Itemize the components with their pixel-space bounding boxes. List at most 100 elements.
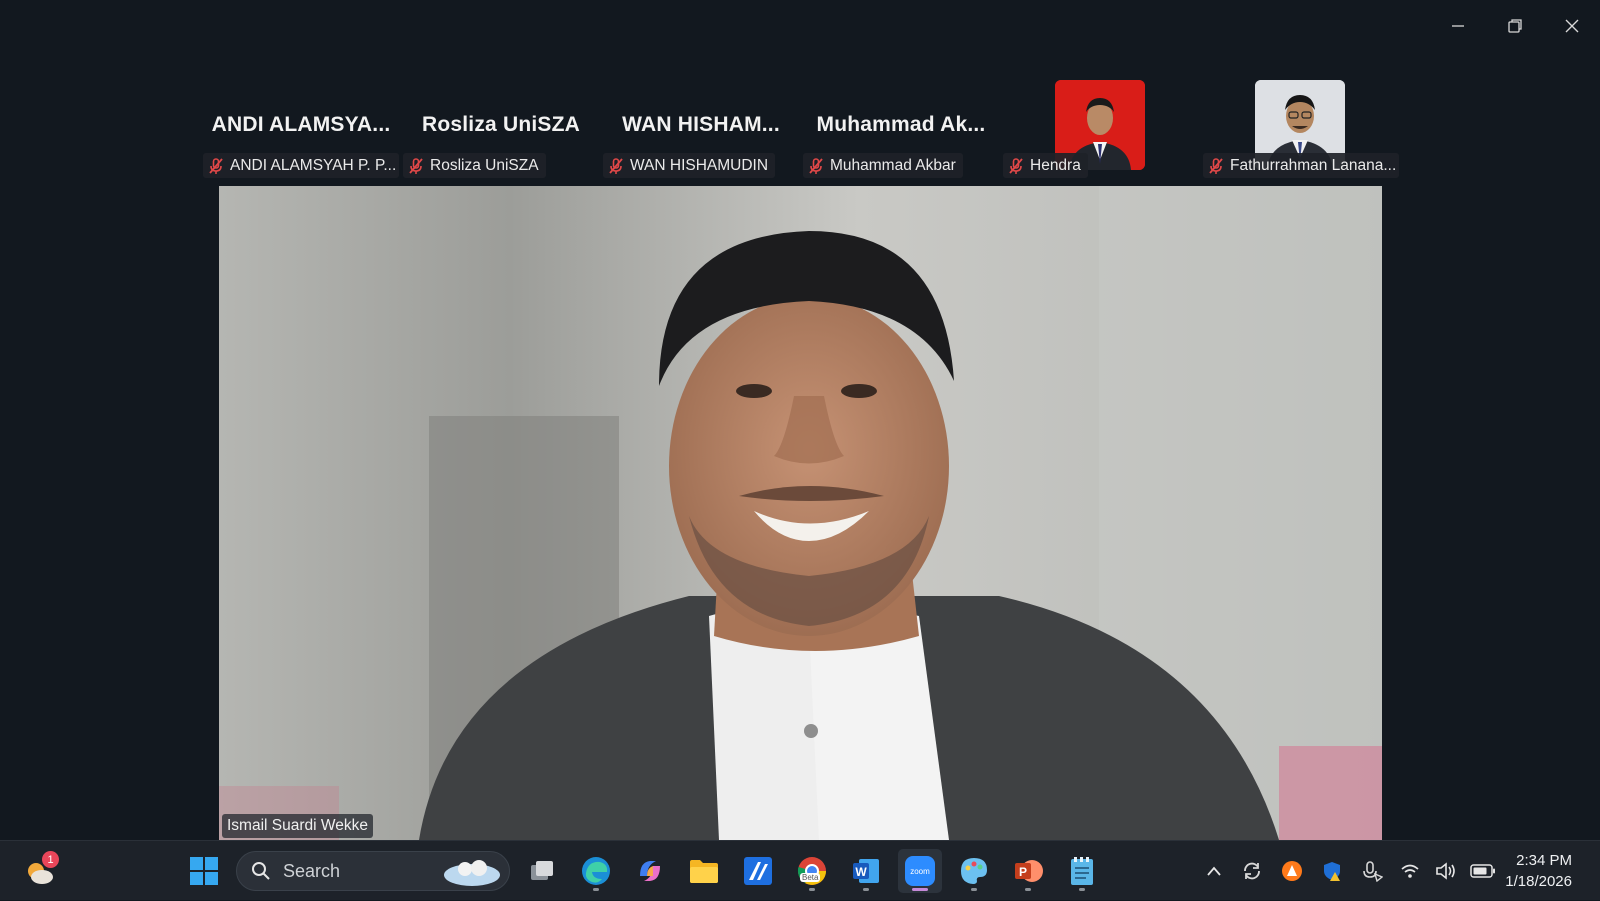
minimize-icon <box>1451 25 1464 27</box>
participant-display-name: Rosliza UniSZA <box>422 113 580 136</box>
taskbar-app-file-explorer[interactable] <box>682 849 726 893</box>
participant-tile[interactable]: WAN HISHAM... WAN HISHAMUDIN <box>603 80 799 182</box>
taskbar-app-word[interactable]: W <box>844 849 888 893</box>
zoom-meeting-window: ANDI ALAMSYA... ANDI ALAMSYAH P. P... Ro… <box>0 0 1600 840</box>
participant-label: Rosliza UniSZA <box>403 153 546 178</box>
participant-display-name: ANDI ALAMSYA... <box>211 113 391 136</box>
taskbar-app-vpn[interactable] <box>736 849 780 893</box>
participant-label-text: Hendra <box>1030 156 1081 174</box>
participant-label-text: Rosliza UniSZA <box>430 156 539 174</box>
edge-browser-icon <box>582 857 610 885</box>
security-tray-button[interactable] <box>1312 860 1352 882</box>
participant-strip: ANDI ALAMSYA... ANDI ALAMSYAH P. P... Ro… <box>203 80 1403 182</box>
weather-widget[interactable]: 1 <box>18 849 62 893</box>
taskbar-app-edge[interactable] <box>574 849 618 893</box>
paint-icon <box>961 858 987 884</box>
participant-label-text: Muhammad Akbar <box>830 156 956 174</box>
clock-date: 1/18/2026 <box>1505 873 1572 890</box>
participant-label: ANDI ALAMSYAH P. P... <box>203 153 399 178</box>
shield-warning-icon <box>1324 862 1340 881</box>
running-indicator <box>971 888 977 891</box>
participant-label: Fathurrahman Lanana... <box>1203 153 1399 178</box>
clock-time: 2:34 PM <box>1516 852 1572 869</box>
taskbar-search[interactable]: Search <box>236 851 510 891</box>
speaker-video-frame <box>219 186 1382 840</box>
show-hidden-icons-button[interactable] <box>1196 865 1232 877</box>
participant-label-text: WAN HISHAMUDIN <box>630 156 769 174</box>
sync-tray-button[interactable] <box>1232 860 1272 882</box>
close-button[interactable] <box>1543 0 1600 52</box>
running-indicator <box>809 888 815 891</box>
svg-text:W: W <box>855 865 867 879</box>
muted-mic-icon <box>1009 157 1023 174</box>
notepad-icon <box>1071 857 1093 885</box>
start-button[interactable] <box>182 849 226 893</box>
taskbar-app-chrome-beta[interactable]: Beta <box>790 849 834 893</box>
running-indicator <box>1025 888 1031 891</box>
folder-icon <box>690 860 718 883</box>
participant-label-text: ANDI ALAMSYAH P. P... <box>230 156 397 174</box>
wifi-tray-button[interactable] <box>1392 862 1428 880</box>
taskbar-clock[interactable]: 2:34 PM 1/18/2026 <box>1505 850 1572 892</box>
windows-logo-icon <box>190 857 218 885</box>
battery-icon <box>1470 864 1495 878</box>
participant-tile[interactable]: ANDI ALAMSYA... ANDI ALAMSYAH P. P... <box>203 80 399 182</box>
search-icon <box>252 862 270 880</box>
taskbar-app-paint[interactable] <box>952 849 996 893</box>
participant-tile[interactable]: Muhammad Ak... Muhammad Akbar <box>803 80 999 182</box>
microphone-icon <box>1363 861 1383 882</box>
muted-mic-icon <box>1209 157 1223 174</box>
muted-mic-icon <box>609 157 623 174</box>
speaker-volume-icon <box>1436 862 1455 880</box>
app-blue-icon <box>744 857 772 885</box>
participant-label: WAN HISHAMUDIN <box>603 153 776 178</box>
participant-label: Muhammad Akbar <box>803 153 963 178</box>
word-icon: W <box>853 859 879 883</box>
participant-tile[interactable]: Rosliza UniSZA Rosliza UniSZA <box>403 80 599 182</box>
system-tray <box>1196 841 1502 901</box>
participant-label-text: Fathurrahman Lanana... <box>1230 156 1397 174</box>
restore-button[interactable] <box>1486 0 1543 52</box>
microphone-tray-button[interactable] <box>1352 860 1392 882</box>
participant-tile[interactable]: Hendra <box>1003 80 1199 182</box>
running-indicator <box>1079 888 1085 891</box>
zoom-icon-label: zoom <box>910 866 930 876</box>
participant-tile[interactable]: Fathurrahman Lanana... <box>1203 80 1399 182</box>
muted-mic-icon <box>809 157 823 174</box>
running-indicator <box>593 888 599 891</box>
active-indicator <box>912 888 928 891</box>
participant-display-name: WAN HISHAM... <box>622 113 780 136</box>
notification-badge: 1 <box>42 851 59 868</box>
participant-label: Hendra <box>1003 153 1088 178</box>
antivirus-icon <box>1282 861 1302 881</box>
taskbar-app-zoom[interactable]: zoom <box>898 849 942 893</box>
restore-icon <box>1507 19 1522 33</box>
chrome-beta-icon <box>797 857 826 885</box>
chevron-up-icon <box>1207 866 1221 876</box>
beta-badge: Beta <box>800 873 821 882</box>
active-speaker-video[interactable]: Ismail Suardi Wekke <box>219 186 1382 840</box>
speaker-name-label: Ismail Suardi Wekke <box>222 814 373 838</box>
muted-mic-icon <box>209 157 223 174</box>
window-controls <box>1429 0 1600 52</box>
powerpoint-icon: P <box>1015 860 1043 882</box>
running-indicator <box>863 888 869 891</box>
task-view-button[interactable] <box>520 849 564 893</box>
taskbar-app-powerpoint[interactable]: P <box>1006 849 1050 893</box>
search-highlight-icon <box>444 860 500 886</box>
search-placeholder: Search <box>283 860 341 881</box>
close-icon <box>1565 19 1578 33</box>
taskbar-app-notepad[interactable] <box>1060 849 1104 893</box>
taskbar: 1 Search Beta W zoom P 2:34 PM 1/18/2026 <box>0 840 1600 900</box>
task-view-icon <box>531 861 553 880</box>
copilot-icon <box>640 861 660 881</box>
minimize-button[interactable] <box>1429 0 1486 52</box>
sync-icon <box>1244 862 1260 880</box>
volume-tray-button[interactable] <box>1428 862 1464 880</box>
muted-mic-icon <box>409 157 423 174</box>
battery-tray-button[interactable] <box>1464 864 1502 878</box>
avast-tray-button[interactable] <box>1272 860 1312 882</box>
participant-display-name: Muhammad Ak... <box>816 113 986 136</box>
taskbar-app-copilot[interactable] <box>628 849 672 893</box>
wifi-icon <box>1401 864 1419 878</box>
